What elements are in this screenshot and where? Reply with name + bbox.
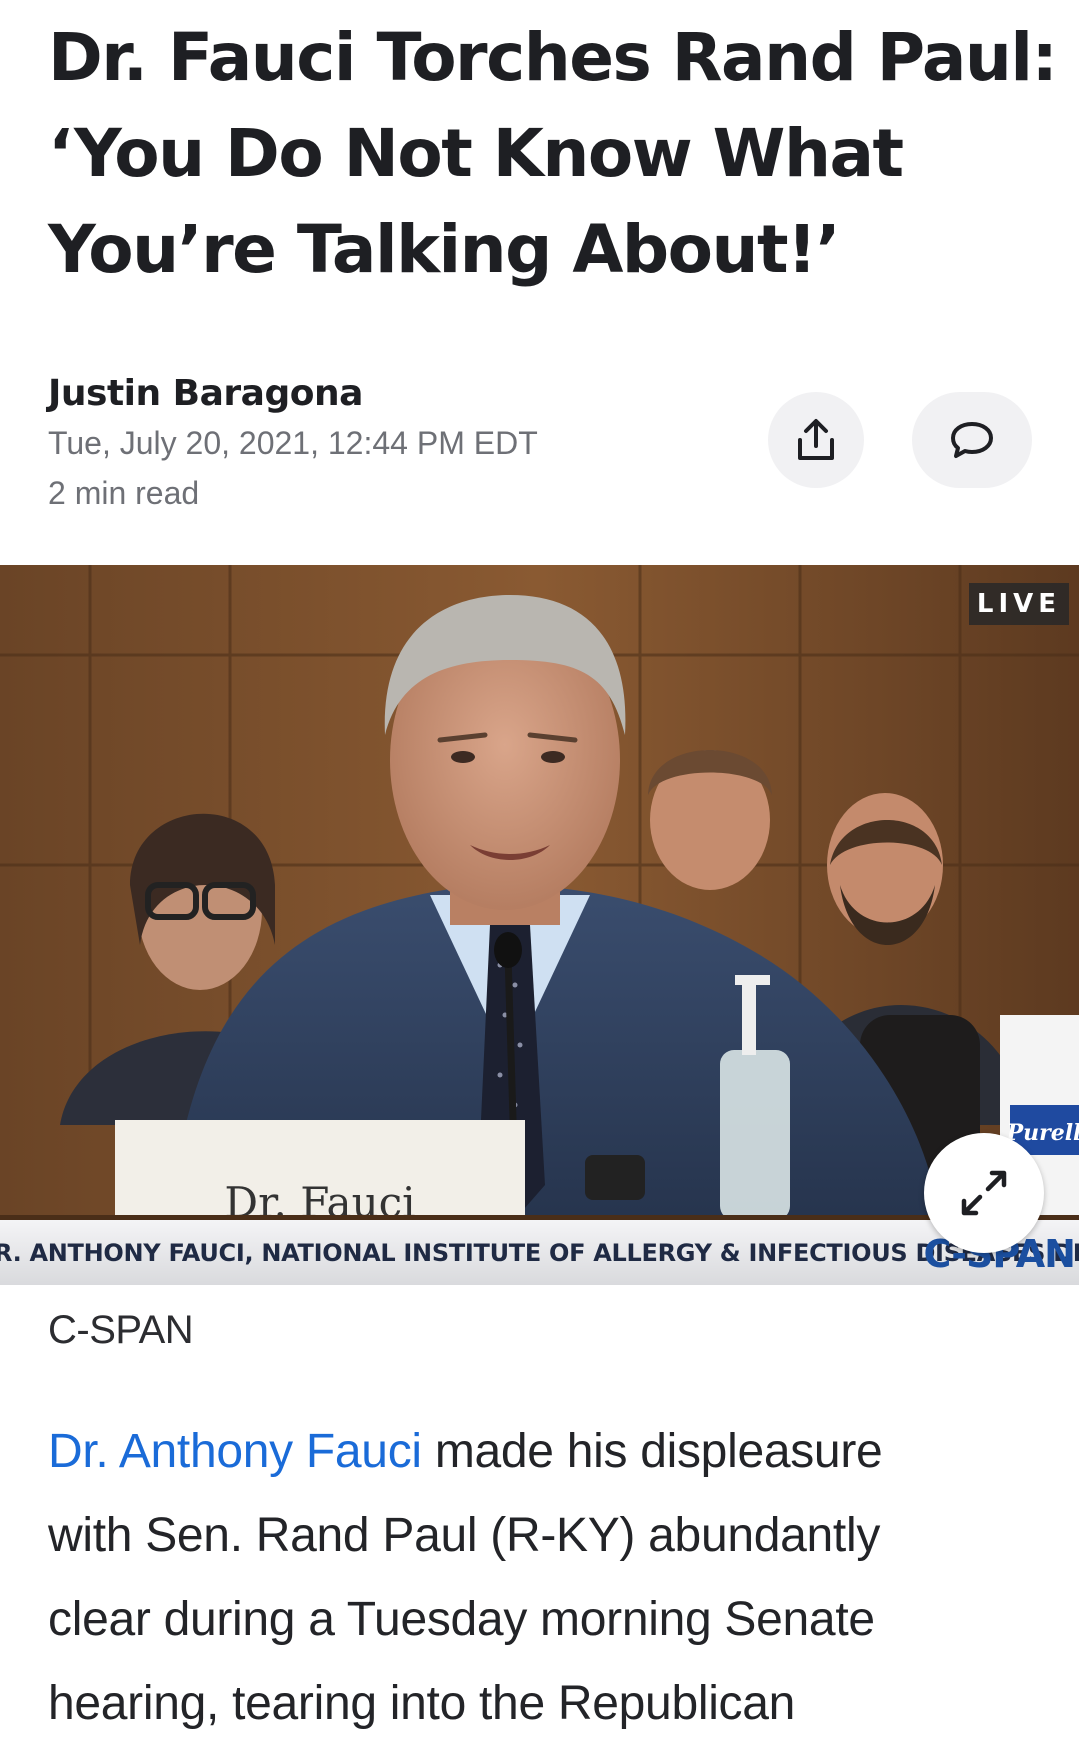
byline: Justin Baragona Tue, July 20, 2021, 12:4… [48, 370, 748, 518]
share-button[interactable] [768, 392, 864, 488]
share-icon [798, 419, 834, 460]
headline-line-2: ‘You Do Not Know What [48, 115, 904, 192]
hearing-scene-image: Dr. Fauci Purell [0, 565, 1079, 1285]
article-body: Dr. Anthony Fauci made his displeasure w… [48, 1410, 1048, 1745]
article-page: Dr. Fauci Torches Rand Paul: ‘You Do Not… [0, 0, 1079, 1745]
body-line-3: clear during a Tuesday morning Senate [48, 1593, 875, 1646]
expand-icon [961, 1170, 1007, 1216]
body-line-2: with Sen. Rand Paul (R-KY) abundantly [48, 1509, 881, 1562]
hero-video[interactable]: Dr. Fauci Purell LIVE R. ANTHONY FAUCI, … [0, 565, 1079, 1285]
comment-icon [951, 422, 993, 458]
author-name[interactable]: Justin Baragona [48, 370, 748, 418]
headline-line-3: You’re Talking About!’ [48, 211, 841, 288]
fauci-link[interactable]: Dr. Anthony Fauci [48, 1425, 422, 1478]
article-headline: Dr. Fauci Torches Rand Paul: ‘You Do Not… [48, 10, 1058, 298]
publish-date: Tue, July 20, 2021, 12:44 PM EDT [48, 425, 538, 461]
image-caption: C-SPAN [48, 1308, 194, 1352]
comment-button[interactable] [912, 392, 1032, 488]
read-time: 2 min read [48, 475, 200, 511]
body-line-1: Dr. Anthony Fauci made his displeasure [48, 1410, 1048, 1494]
headline-line-1: Dr. Fauci Torches Rand Paul: [48, 19, 1058, 96]
body-line-1-rest: made his displeasure [421, 1425, 883, 1478]
body-line-4: hearing, tearing into the Republican [48, 1677, 796, 1730]
live-badge: LIVE [968, 583, 1069, 625]
chyron-text: R. ANTHONY FAUCI, NATIONAL INSTITUTE OF … [0, 1238, 1079, 1267]
expand-button[interactable] [924, 1133, 1044, 1253]
chyron-bar: R. ANTHONY FAUCI, NATIONAL INSTITUTE OF … [0, 1220, 1079, 1285]
